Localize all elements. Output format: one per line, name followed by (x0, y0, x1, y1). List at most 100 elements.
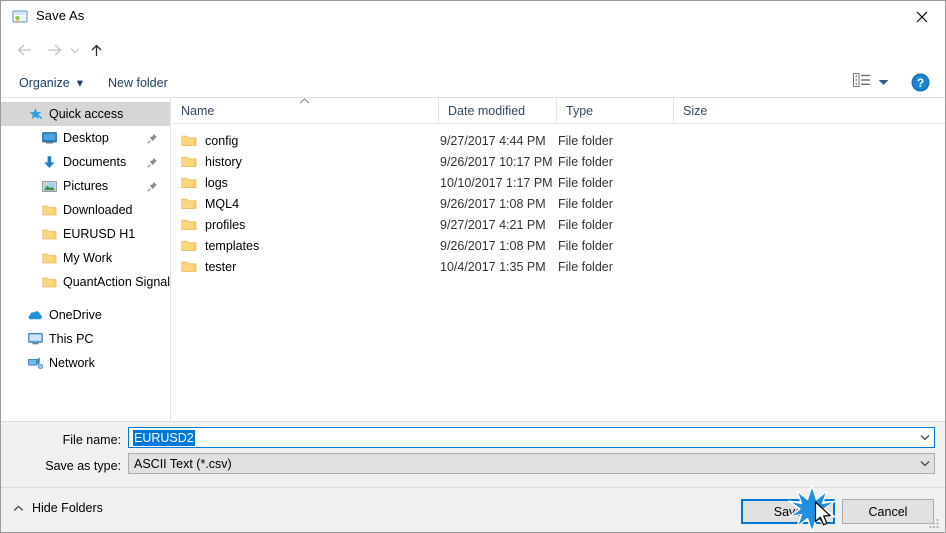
sidebar-item-label: Pictures (63, 179, 109, 193)
table-row[interactable]: profiles 9/27/2017 4:21 PM File folder (172, 214, 945, 235)
sidebar-item-label: OneDrive (49, 308, 102, 322)
file-date-cell: 10/10/2017 1:17 PM (440, 175, 553, 190)
recent-locations-button[interactable] (67, 40, 83, 60)
folder-icon (41, 250, 57, 266)
chevron-down-icon (920, 435, 929, 441)
help-button[interactable]: ? (911, 73, 930, 92)
save-as-type-dropdown-button[interactable] (915, 454, 934, 473)
forward-button[interactable] (43, 40, 65, 60)
table-row[interactable]: MQL4 9/26/2017 1:08 PM File folder (172, 193, 945, 214)
table-row[interactable]: history 9/26/2017 10:17 PM File folder (172, 151, 945, 172)
folder-icon (181, 239, 197, 253)
save-as-app-icon (12, 9, 28, 25)
onedrive-cloud-icon (27, 307, 43, 323)
view-layout-icon (853, 73, 870, 90)
file-name-text: MQL4 (205, 196, 240, 211)
close-icon (916, 11, 928, 22)
dialog-body: Quick access Desktop Documents Pictures … (1, 98, 945, 421)
arrow-up-icon (91, 44, 101, 56)
pin-icon[interactable] (144, 157, 160, 168)
resize-grip[interactable] (928, 516, 941, 529)
file-size-cell (675, 193, 755, 214)
file-date-cell: 9/27/2017 4:21 PM (440, 217, 546, 232)
save-as-dialog: Save As Search 915566BA06ADA40756... Org… (0, 0, 946, 533)
sidebar-item-quick-access[interactable]: Quick access (1, 102, 170, 126)
file-size-cell (675, 214, 755, 235)
cancel-button[interactable]: Cancel (842, 499, 934, 524)
documents-download-icon (41, 154, 57, 170)
sidebar-item-label: This PC (49, 332, 94, 346)
pin-icon[interactable] (144, 181, 160, 192)
file-type-cell: File folder (558, 238, 613, 253)
file-size-cell (675, 151, 755, 172)
table-row[interactable]: config 9/27/2017 4:44 PM File folder (172, 130, 945, 151)
folder-icon (181, 176, 197, 190)
sidebar-item-onedrive[interactable]: OneDrive (1, 303, 170, 327)
table-row[interactable]: logs 10/10/2017 1:17 PM File folder (172, 172, 945, 193)
chevron-up-icon (13, 505, 24, 512)
sidebar-item-eurusd-h1[interactable]: EURUSD H1 (1, 222, 170, 246)
sidebar-item-label: Downloaded (63, 203, 133, 217)
sidebar-item-label: EURUSD H1 (63, 227, 136, 241)
sidebar-item-network[interactable]: Network (1, 351, 170, 375)
file-name-input[interactable]: EURUSD2 (128, 427, 935, 448)
file-date-cell: 10/4/2017 1:35 PM (440, 259, 546, 274)
sidebar-item-desktop[interactable]: Desktop (1, 126, 170, 150)
file-name-text: tester (205, 259, 237, 274)
sidebar-item-label: Network (49, 356, 95, 370)
this-pc-icon (27, 331, 43, 347)
cancel-button-label: Cancel (868, 504, 908, 519)
file-date-cell: 9/26/2017 10:17 PM (440, 154, 553, 169)
navigation-row: « Roaming › MetaQuotes › Terminal › 9155… (1, 32, 945, 92)
sidebar-item-this-pc[interactable]: This PC (1, 327, 170, 351)
file-type-cell: File folder (558, 259, 613, 274)
table-row[interactable]: tester 10/4/2017 1:35 PM File folder (172, 256, 945, 277)
folder-icon (181, 155, 197, 169)
sidebar-item-label: My Work (63, 251, 113, 265)
sidebar-item-quantaction-signal[interactable]: QuantAction Signal (1, 270, 170, 294)
table-row[interactable]: templates 9/26/2017 1:08 PM File folder (172, 235, 945, 256)
folder-icon (41, 202, 57, 218)
file-name-text: history (205, 154, 242, 169)
back-button[interactable] (13, 40, 35, 60)
column-header-label: Date modified (448, 103, 526, 118)
sidebar-item-downloaded[interactable]: Downloaded (1, 198, 170, 222)
organize-button[interactable]: Organize ▾ (12, 71, 90, 94)
file-list-pane: Name Date modified Type Size config 9/27… (172, 98, 945, 421)
file-name-label: File name: (62, 433, 121, 447)
sidebar-item-label: Desktop (63, 131, 109, 145)
column-header-date-modified[interactable]: Date modified (438, 98, 556, 123)
up-one-level-button[interactable] (85, 40, 107, 60)
pin-icon[interactable] (144, 133, 160, 144)
save-as-type-select[interactable]: ASCII Text (*.csv) (128, 453, 935, 474)
sidebar-item-documents[interactable]: Documents (1, 150, 170, 174)
hide-folders-button[interactable]: Hide Folders (13, 501, 103, 515)
sidebar-item-pictures[interactable]: Pictures (1, 174, 170, 198)
folder-icon (181, 260, 197, 274)
file-name-cell: templates (172, 235, 438, 256)
sidebar-item-label: Documents (63, 155, 127, 169)
sidebar-item-label: Quick access (49, 107, 124, 121)
sidebar-item-my-work[interactable]: My Work (1, 246, 170, 270)
save-button[interactable]: Save (741, 499, 835, 524)
folder-icon (181, 134, 197, 148)
svg-text:?: ? (917, 76, 924, 90)
organize-label: Organize (19, 75, 70, 90)
column-header-type[interactable]: Type (556, 98, 673, 123)
column-header-name[interactable]: Name (172, 98, 438, 123)
column-header-size[interactable]: Size (673, 98, 753, 123)
view-options-button[interactable] (853, 73, 889, 90)
folder-icon (181, 218, 197, 232)
file-rows: config 9/27/2017 4:44 PM File folder his… (172, 124, 945, 277)
window-title: Save As (36, 8, 85, 23)
file-name-dropdown-button[interactable] (915, 428, 934, 447)
new-folder-button[interactable]: New folder (101, 71, 175, 94)
close-button[interactable] (899, 1, 945, 32)
file-name-text: logs (205, 175, 228, 190)
save-button-label: Save (773, 504, 803, 519)
new-folder-label: New folder (108, 75, 168, 90)
arrow-left-icon (17, 44, 31, 56)
chevron-down-icon (878, 79, 889, 85)
file-name-value: EURUSD2 (133, 429, 195, 446)
